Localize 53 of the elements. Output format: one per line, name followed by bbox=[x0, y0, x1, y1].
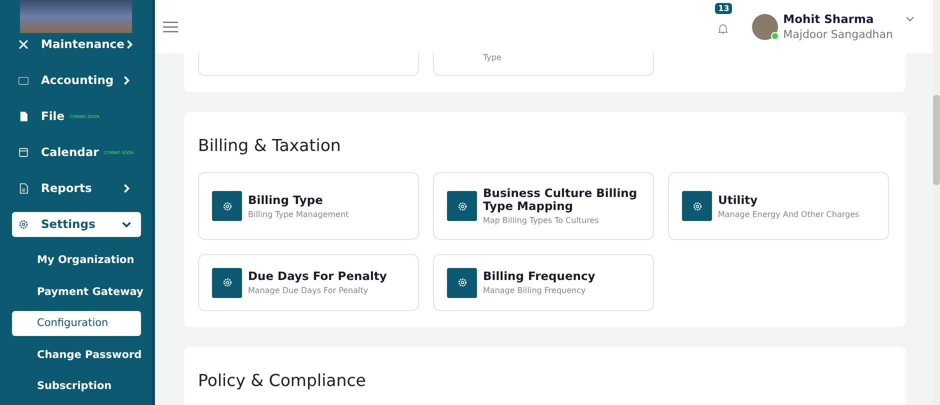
card-title: Utility bbox=[718, 194, 759, 206]
bell-icon[interactable] bbox=[718, 22, 728, 34]
card-title: Due Days For Penalty bbox=[248, 270, 387, 283]
card-title: Billing Frequency bbox=[483, 270, 596, 283]
document-icon bbox=[18, 182, 29, 194]
notification-badge: 13 bbox=[715, 2, 732, 14]
wallet-icon bbox=[18, 74, 29, 86]
settings-icon bbox=[18, 218, 29, 230]
menu-label: Calendar bbox=[41, 145, 99, 159]
card-title: Billing Type bbox=[248, 194, 324, 206]
tools-icon bbox=[18, 38, 29, 50]
card-title: Business Culture Billing Type Mapping bbox=[483, 187, 638, 213]
menu-icon[interactable] bbox=[163, 20, 178, 32]
user-name: Mohit Sharma bbox=[783, 12, 875, 26]
file-icon bbox=[18, 110, 29, 122]
menu-label: Maintenance bbox=[41, 37, 124, 51]
submenu-item[interactable]: Payment Gateway bbox=[12, 279, 141, 304]
card-description: Manage Due Days For Penalty bbox=[248, 286, 370, 295]
scrollbar-thumb[interactable] bbox=[933, 95, 940, 185]
settings-icon bbox=[212, 268, 242, 298]
settings-icon bbox=[447, 191, 477, 221]
settings-icon bbox=[212, 191, 242, 221]
settings-icon bbox=[682, 191, 712, 221]
card-description: Type bbox=[482, 53, 502, 62]
menu-label: File bbox=[41, 109, 65, 123]
menu-label: Accounting bbox=[41, 73, 114, 87]
avatar[interactable] bbox=[752, 14, 778, 40]
sidebar-item[interactable]: Accounting bbox=[12, 68, 141, 92]
section-title: Billing & Taxation bbox=[198, 135, 342, 157]
sidebar-item[interactable]: Settings bbox=[12, 212, 141, 236]
card-description: Map Billing Types To Cultures bbox=[483, 216, 600, 225]
config-card[interactable]: Due Days For Penalty Manage Due Days For Penalty bbox=[198, 254, 419, 311]
submenu-item[interactable]: Configuration bbox=[12, 310, 141, 336]
settings-icon bbox=[447, 268, 477, 298]
menu-label: Settings bbox=[41, 217, 96, 231]
section-title: Policy & Compliance bbox=[198, 370, 367, 392]
submenu-item[interactable]: My Organization bbox=[12, 248, 141, 272]
config-card[interactable]: Utility Manage Energy And Other Charges bbox=[668, 172, 889, 240]
submenu-item[interactable]: Change Password bbox=[12, 342, 141, 367]
calendar-icon bbox=[18, 146, 29, 158]
config-card[interactable]: Type bbox=[433, 53, 654, 76]
scrollbar[interactable] bbox=[933, 0, 940, 405]
config-card[interactable]: Billing Type Billing Type Management bbox=[198, 172, 419, 240]
config-card[interactable]: Billing Frequency Manage Billing Frequency bbox=[433, 254, 654, 311]
submenu-item[interactable]: Subscription bbox=[12, 374, 141, 398]
user-organization: Majdoor Sangadhan bbox=[783, 28, 893, 41]
sidebar-item[interactable]: Maintenance bbox=[12, 32, 141, 56]
card-description: Manage Billing Frequency bbox=[483, 286, 587, 295]
sidebar-item[interactable]: Reports bbox=[12, 176, 141, 200]
card-description: Billing Type Management bbox=[248, 210, 349, 218]
menu-label: Reports bbox=[41, 181, 92, 195]
config-card[interactable]: Business Culture Billing Type Mapping Map Billing Types To Cultures bbox=[433, 172, 654, 240]
card-description: Manage Energy And Other Charges bbox=[718, 210, 860, 218]
